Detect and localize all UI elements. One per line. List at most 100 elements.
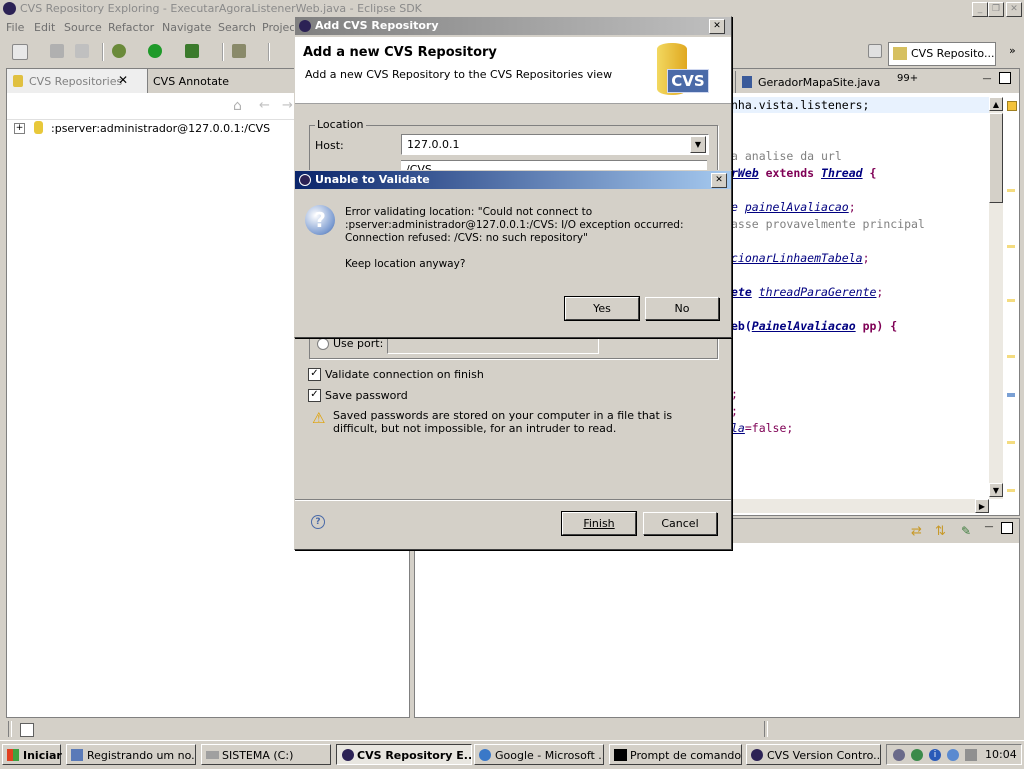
host-dropdown-button[interactable]: ▼: [690, 136, 706, 153]
menu-search[interactable]: Search: [218, 21, 256, 34]
host-combo[interactable]: 127.0.0.1 ▼: [401, 134, 709, 155]
use-port-label: Use port:: [333, 337, 384, 350]
forward-icon[interactable]: →: [282, 98, 293, 113]
editor-minimize-button[interactable]: —: [981, 73, 993, 84]
code-token: ;: [876, 285, 884, 299]
ruler-marker[interactable]: [1007, 299, 1015, 302]
commit-icon[interactable]: ✎: [961, 525, 974, 538]
debug-icon[interactable]: [112, 44, 126, 58]
menu-edit[interactable]: Edit: [34, 21, 55, 34]
menu-navigate[interactable]: Navigate: [162, 21, 211, 34]
back-icon[interactable]: ←: [259, 98, 270, 113]
location-group-label: Location: [315, 118, 366, 131]
menu-project[interactable]: Projec: [262, 21, 295, 34]
run-icon[interactable]: [148, 44, 162, 58]
bottom-minimize-button[interactable]: —: [983, 521, 995, 532]
editor-vertical-scrollbar[interactable]: ▲ ▼: [989, 97, 1003, 499]
print-icon[interactable]: [75, 44, 89, 58]
tab-cvs-repositories[interactable]: CVS Repositories ✕: [7, 69, 148, 93]
scroll-thumb[interactable]: [989, 113, 1003, 203]
open-perspective-icon[interactable]: [868, 44, 882, 58]
refresh-icon[interactable]: ⇅: [935, 525, 948, 538]
code-token: {: [862, 166, 877, 180]
ruler-marker[interactable]: [1007, 355, 1015, 358]
close-button[interactable]: ✕: [1006, 2, 1022, 17]
bottom-maximize-button[interactable]: [1001, 522, 1013, 534]
code-line: la=false;: [731, 421, 793, 435]
add-dialog-close-button[interactable]: ✕: [709, 19, 725, 34]
home-icon[interactable]: ⌂: [233, 98, 242, 114]
taskbar-button[interactable]: Registrando um no...: [66, 744, 196, 765]
more-editors-indicator[interactable]: 99+: [897, 73, 918, 84]
start-button[interactable]: Iniciar: [2, 744, 62, 765]
code-token: nha.vista.listeners;: [731, 98, 870, 112]
menu-source[interactable]: Source: [64, 21, 102, 34]
error-dialog-close-button[interactable]: ✕: [711, 173, 727, 188]
code-lines[interactable]: nha.vista.listeners; a analise da url rW…: [731, 97, 991, 507]
scroll-up-arrow[interactable]: ▲: [989, 97, 1003, 111]
error-dialog-title: Unable to Validate: [315, 173, 430, 186]
tab-cvs-annotate[interactable]: CVS Annotate: [153, 75, 229, 88]
ruler-marker[interactable]: [1007, 393, 1015, 397]
minimize-button[interactable]: _: [972, 2, 988, 17]
yes-button[interactable]: Yes: [564, 296, 640, 321]
editor-tab-gerador[interactable]: GeradorMapaSite.java: [735, 71, 888, 93]
cancel-button[interactable]: Cancel: [643, 512, 717, 535]
use-port-radio[interactable]: [317, 338, 329, 350]
expand-icon[interactable]: +: [14, 123, 25, 134]
code-line: ;: [731, 404, 738, 418]
error-dialog-title-bar: Unable to Validate ✕: [295, 171, 731, 189]
taskbar-button[interactable]: Google - Microsoft ...: [474, 744, 604, 765]
code-token: =false;: [744, 421, 794, 435]
perspective-label: CVS Reposito...: [911, 47, 995, 60]
no-button[interactable]: No: [645, 297, 719, 320]
windows-logo-icon: [7, 749, 19, 761]
tray-icon[interactable]: [911, 749, 923, 761]
finish-button[interactable]: Finish: [561, 511, 637, 536]
ruler-marker[interactable]: [1007, 489, 1015, 492]
validate-checkbox[interactable]: ✓: [308, 368, 321, 381]
new-icon[interactable]: [12, 44, 28, 60]
close-tab-icon[interactable]: ✕: [118, 73, 128, 87]
tray-icon[interactable]: [893, 749, 905, 761]
volume-icon[interactable]: [965, 749, 977, 761]
code-token: e: [731, 200, 745, 214]
view-tab-divider: [147, 73, 148, 91]
info-icon[interactable]: i: [929, 749, 941, 761]
network-icon[interactable]: [947, 749, 959, 761]
external-tools-icon[interactable]: [185, 44, 199, 58]
scroll-right-arrow[interactable]: ▶: [975, 499, 989, 513]
ruler-marker[interactable]: [1007, 245, 1015, 248]
help-icon[interactable]: ?: [311, 515, 325, 529]
scroll-down-arrow[interactable]: ▼: [989, 483, 1003, 497]
save-password-checkbox[interactable]: ✓: [308, 389, 321, 402]
code-token: pp) {: [855, 319, 898, 333]
repository-tree-item[interactable]: :pserver:administrador@127.0.0.1:/CVS: [51, 122, 270, 135]
search-tool-icon[interactable]: [232, 44, 246, 58]
taskbar-button[interactable]: Prompt de comando: [609, 744, 742, 765]
code-token: ;: [731, 387, 738, 401]
fast-view-icon[interactable]: [20, 723, 34, 737]
toolbar-separator: [268, 43, 270, 61]
overview-ruler: [1005, 97, 1017, 499]
taskbar-button[interactable]: SISTEMA (C:): [201, 744, 331, 765]
save-icon[interactable]: [50, 44, 64, 58]
menu-refactor[interactable]: Refactor: [108, 21, 154, 34]
document-icon: [71, 749, 83, 761]
ruler-marker[interactable]: [1007, 101, 1017, 111]
tab-label: CVS Repositories: [29, 75, 123, 88]
editor-maximize-button[interactable]: [999, 72, 1011, 84]
editor-horizontal-scrollbar[interactable]: ▶: [731, 499, 989, 513]
maximize-button[interactable]: ❐: [988, 2, 1004, 17]
code-token: rWeb: [731, 166, 759, 180]
taskbar-button-active[interactable]: CVS Repository E...: [336, 744, 472, 765]
ruler-marker[interactable]: [1007, 441, 1015, 444]
menu-file[interactable]: File: [6, 21, 24, 34]
taskbar-button[interactable]: CVS Version Contro...: [746, 744, 881, 765]
perspective-switcher[interactable]: CVS Reposito...: [888, 42, 996, 66]
perspective-more-icon[interactable]: »: [1009, 44, 1016, 57]
save-password-label[interactable]: Save password: [325, 389, 408, 402]
ruler-marker[interactable]: [1007, 189, 1015, 192]
validate-label[interactable]: Validate connection on finish: [325, 368, 484, 381]
sync-icon[interactable]: ⇄: [911, 525, 924, 538]
